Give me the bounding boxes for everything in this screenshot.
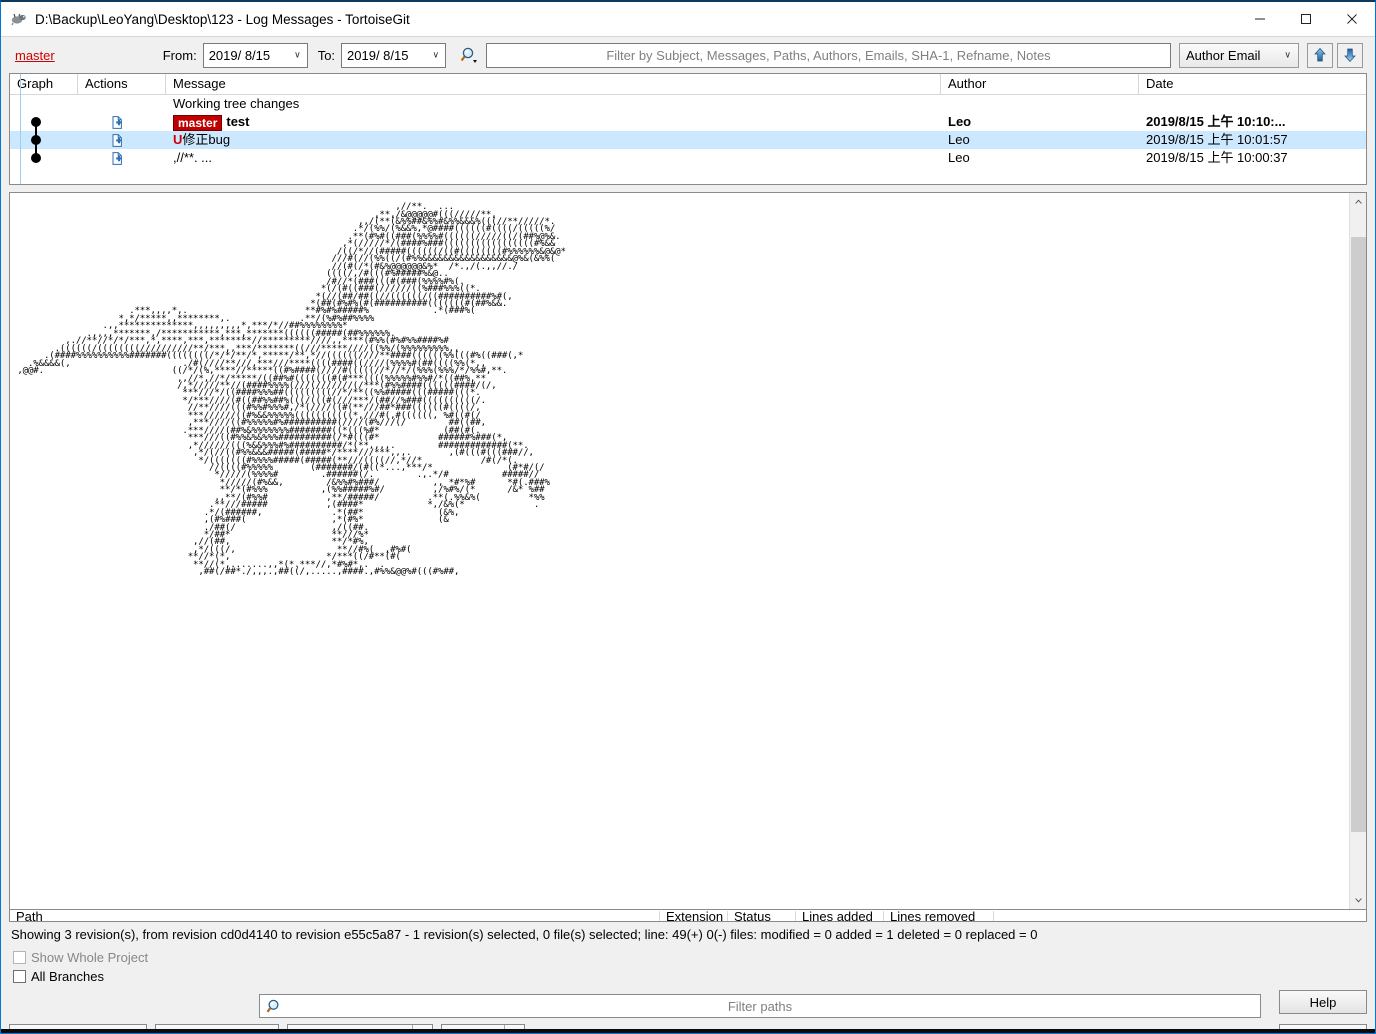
message-text: ,//**. ... xyxy=(173,150,213,165)
help-button[interactable]: Help xyxy=(1279,990,1367,1014)
message-cell: Working tree changes xyxy=(166,95,941,113)
column-header-lines-removed[interactable]: Lines removed xyxy=(884,911,994,921)
chevron-down-icon: ∨ xyxy=(1284,49,1291,60)
magnifier-icon xyxy=(266,998,284,1019)
scroll-up-arrow-icon[interactable] xyxy=(1350,193,1366,210)
to-date-value: 2019/ 8/15 xyxy=(347,47,409,63)
bottom-controls: Show Whole Project All Branches Filter p… xyxy=(1,948,1375,1033)
checkbox-box xyxy=(13,951,26,964)
all-branches-label: All Branches xyxy=(31,969,104,984)
filter-paths-input[interactable]: Filter paths xyxy=(259,994,1261,1018)
author-cell: Leo xyxy=(948,132,970,147)
log-rows-container: Working tree changes master test Leo 2019/8/… xyxy=(10,95,1366,167)
table-row[interactable]: ,//**. ... Leo 2019/8/15 上午 10:00:37 xyxy=(10,149,1366,167)
search-options-button[interactable] xyxy=(456,43,482,68)
scroll-down-arrow-icon[interactable] xyxy=(1350,892,1366,909)
date-cell: 2019/8/15 上午 10:00:37 xyxy=(1146,150,1288,165)
checkbox-box xyxy=(13,970,26,983)
graph-commit-node[interactable] xyxy=(31,135,41,145)
date-cell xyxy=(1139,95,1366,113)
author-cell xyxy=(941,95,1139,113)
author-filter-select[interactable]: Author Email ∨ xyxy=(1179,42,1299,68)
column-header-actions[interactable]: Actions xyxy=(78,74,166,94)
chevron-down-icon: ∨ xyxy=(432,49,440,60)
tortoisegit-icon xyxy=(11,11,27,27)
column-header-message[interactable]: Message xyxy=(166,74,941,94)
filter-toolbar: master From: 2019/ 8/15 ∨ To: 2019/ 8/15… xyxy=(1,37,1375,73)
chevron-down-icon: ∨ xyxy=(294,49,301,60)
date-cell: 2019/8/15 上午 10:10:... xyxy=(1146,114,1286,129)
show-whole-project-label: Show Whole Project xyxy=(31,950,149,965)
message-text: 修正bug xyxy=(182,132,231,147)
diff-vertical-scrollbar[interactable] xyxy=(1349,193,1366,909)
log-column-headers: Graph Actions Message Author Date xyxy=(10,74,1366,95)
table-row[interactable]: Working tree changes xyxy=(10,95,1366,113)
close-button[interactable] xyxy=(1329,2,1375,36)
table-row[interactable]: U修正bug Leo 2019/8/15 上午 10:01:57 xyxy=(10,131,1366,149)
add-file-icon xyxy=(111,134,124,147)
title-bar: D:\Backup\LeoYang\Desktop\123 - Log Mess… xyxy=(1,2,1375,37)
to-label: To: xyxy=(317,47,336,63)
diff-preview-panel: ,//**. ... ,**,/&@@@@@#(((/////**, ,,/(*… xyxy=(9,192,1367,910)
from-label: From: xyxy=(162,47,197,63)
minimize-button[interactable] xyxy=(1237,2,1283,36)
window-bottom-edge xyxy=(1,1029,1375,1033)
all-branches-checkbox[interactable]: All Branches xyxy=(13,967,1367,986)
graph-rail xyxy=(20,74,21,184)
author-cell: Leo xyxy=(948,150,970,165)
find-next-button[interactable] xyxy=(1337,42,1363,68)
unread-marker: U xyxy=(173,132,183,147)
message-text: test xyxy=(226,114,250,129)
ascii-art-content: ,//**. ... ,**,/&@@@@@#(((/////**, ,,/(*… xyxy=(17,202,566,578)
to-date-picker[interactable]: 2019/ 8/15 ∨ xyxy=(341,42,447,68)
actions-cell xyxy=(78,131,166,149)
message-text: Working tree changes xyxy=(173,96,300,111)
message-cell: U修正bug xyxy=(166,131,941,149)
message-cell: ,//**. ... xyxy=(166,149,941,167)
search-input[interactable]: Filter by Subject, Messages, Paths, Auth… xyxy=(486,42,1171,68)
actions-cell xyxy=(78,95,166,113)
actions-cell xyxy=(78,113,166,131)
tortoisegit-log-window: D:\Backup\LeoYang\Desktop\123 - Log Mess… xyxy=(0,0,1376,1034)
column-header-status[interactable]: Status xyxy=(728,911,796,921)
changed-paths-header: Path Extension Status Lines added Lines … xyxy=(9,910,1367,922)
add-file-icon xyxy=(111,152,124,165)
revision-log-list[interactable]: Graph Actions Message Author Date Workin… xyxy=(9,73,1367,185)
column-header-extension[interactable]: Extension xyxy=(660,911,728,921)
search-placeholder: Filter by Subject, Messages, Paths, Auth… xyxy=(606,47,1051,63)
table-row[interactable]: master test Leo 2019/8/15 上午 10:10:... xyxy=(10,113,1366,131)
from-date-value: 2019/ 8/15 xyxy=(208,47,271,63)
branch-ref-badge: master xyxy=(173,114,223,131)
show-whole-project-checkbox[interactable]: Show Whole Project xyxy=(13,948,1367,967)
author-cell: Leo xyxy=(948,114,972,129)
graph-commit-node[interactable] xyxy=(31,117,41,127)
window-controls xyxy=(1237,2,1375,36)
scroll-thumb[interactable] xyxy=(1351,237,1366,832)
window-title: D:\Backup\LeoYang\Desktop\123 - Log Mess… xyxy=(35,11,410,27)
author-filter-value: Author Email xyxy=(1186,47,1261,63)
column-header-date[interactable]: Date xyxy=(1139,74,1366,94)
actions-cell xyxy=(78,149,166,167)
date-cell: 2019/8/15 上午 10:01:57 xyxy=(1146,132,1288,147)
message-cell: master test xyxy=(166,113,941,131)
filter-paths-placeholder: Filter paths xyxy=(727,998,793,1014)
status-bar: Showing 3 revision(s), from revision cd0… xyxy=(11,927,1038,942)
diff-content-area[interactable]: ,//**. ... ,**,/&@@@@@#(((/////**, ,,/(*… xyxy=(10,193,1349,909)
find-previous-button[interactable] xyxy=(1307,42,1333,68)
column-header-author[interactable]: Author xyxy=(941,74,1139,94)
branch-link[interactable]: master xyxy=(15,48,55,63)
from-date-picker[interactable]: 2019/ 8/15 ∨ xyxy=(202,42,308,68)
column-header-path[interactable]: Path xyxy=(10,911,660,921)
graph-commit-node[interactable] xyxy=(31,153,41,163)
column-header-lines-added[interactable]: Lines added xyxy=(796,911,884,921)
maximize-button[interactable] xyxy=(1283,2,1329,36)
add-file-icon xyxy=(111,116,124,129)
